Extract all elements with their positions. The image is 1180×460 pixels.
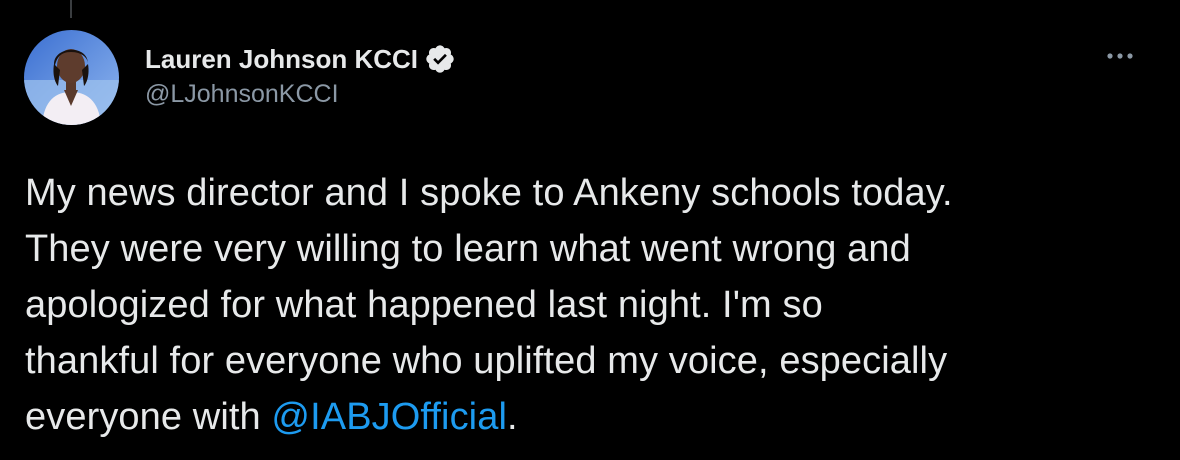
tweet-body: My news director and I spoke to Ankeny s… (25, 165, 1165, 445)
avatar[interactable] (24, 30, 119, 125)
tweet-text-line: They were very willing to learn what wen… (25, 228, 911, 270)
more-options-icon[interactable] (1100, 46, 1140, 66)
thread-connector-line (70, 0, 72, 18)
avatar-image (24, 30, 119, 125)
verified-badge-icon (424, 43, 456, 75)
display-name[interactable]: Lauren Johnson KCCI (145, 44, 418, 75)
tweet-text-suffix: . (507, 396, 518, 438)
tweet-header: Lauren Johnson KCCI @LJohnsonKCCI (24, 30, 1140, 126)
tweet-text-line-last: everyone with @IABJOfficial. (25, 389, 1165, 445)
tweet-text-prefix: everyone with (25, 396, 272, 438)
author-handle[interactable]: @LJohnsonKCCI (145, 80, 456, 109)
tweet-text-line: My news director and I spoke to Ankeny s… (25, 172, 953, 214)
display-name-row: Lauren Johnson KCCI (145, 42, 456, 76)
mention-link[interactable]: @IABJOfficial (271, 396, 507, 438)
tweet-text-line: thankful for everyone who uplifted my vo… (25, 340, 948, 382)
tweet-text-line: apologized for what happened last night.… (25, 284, 823, 326)
author-names: Lauren Johnson KCCI @LJohnsonKCCI (145, 42, 456, 109)
